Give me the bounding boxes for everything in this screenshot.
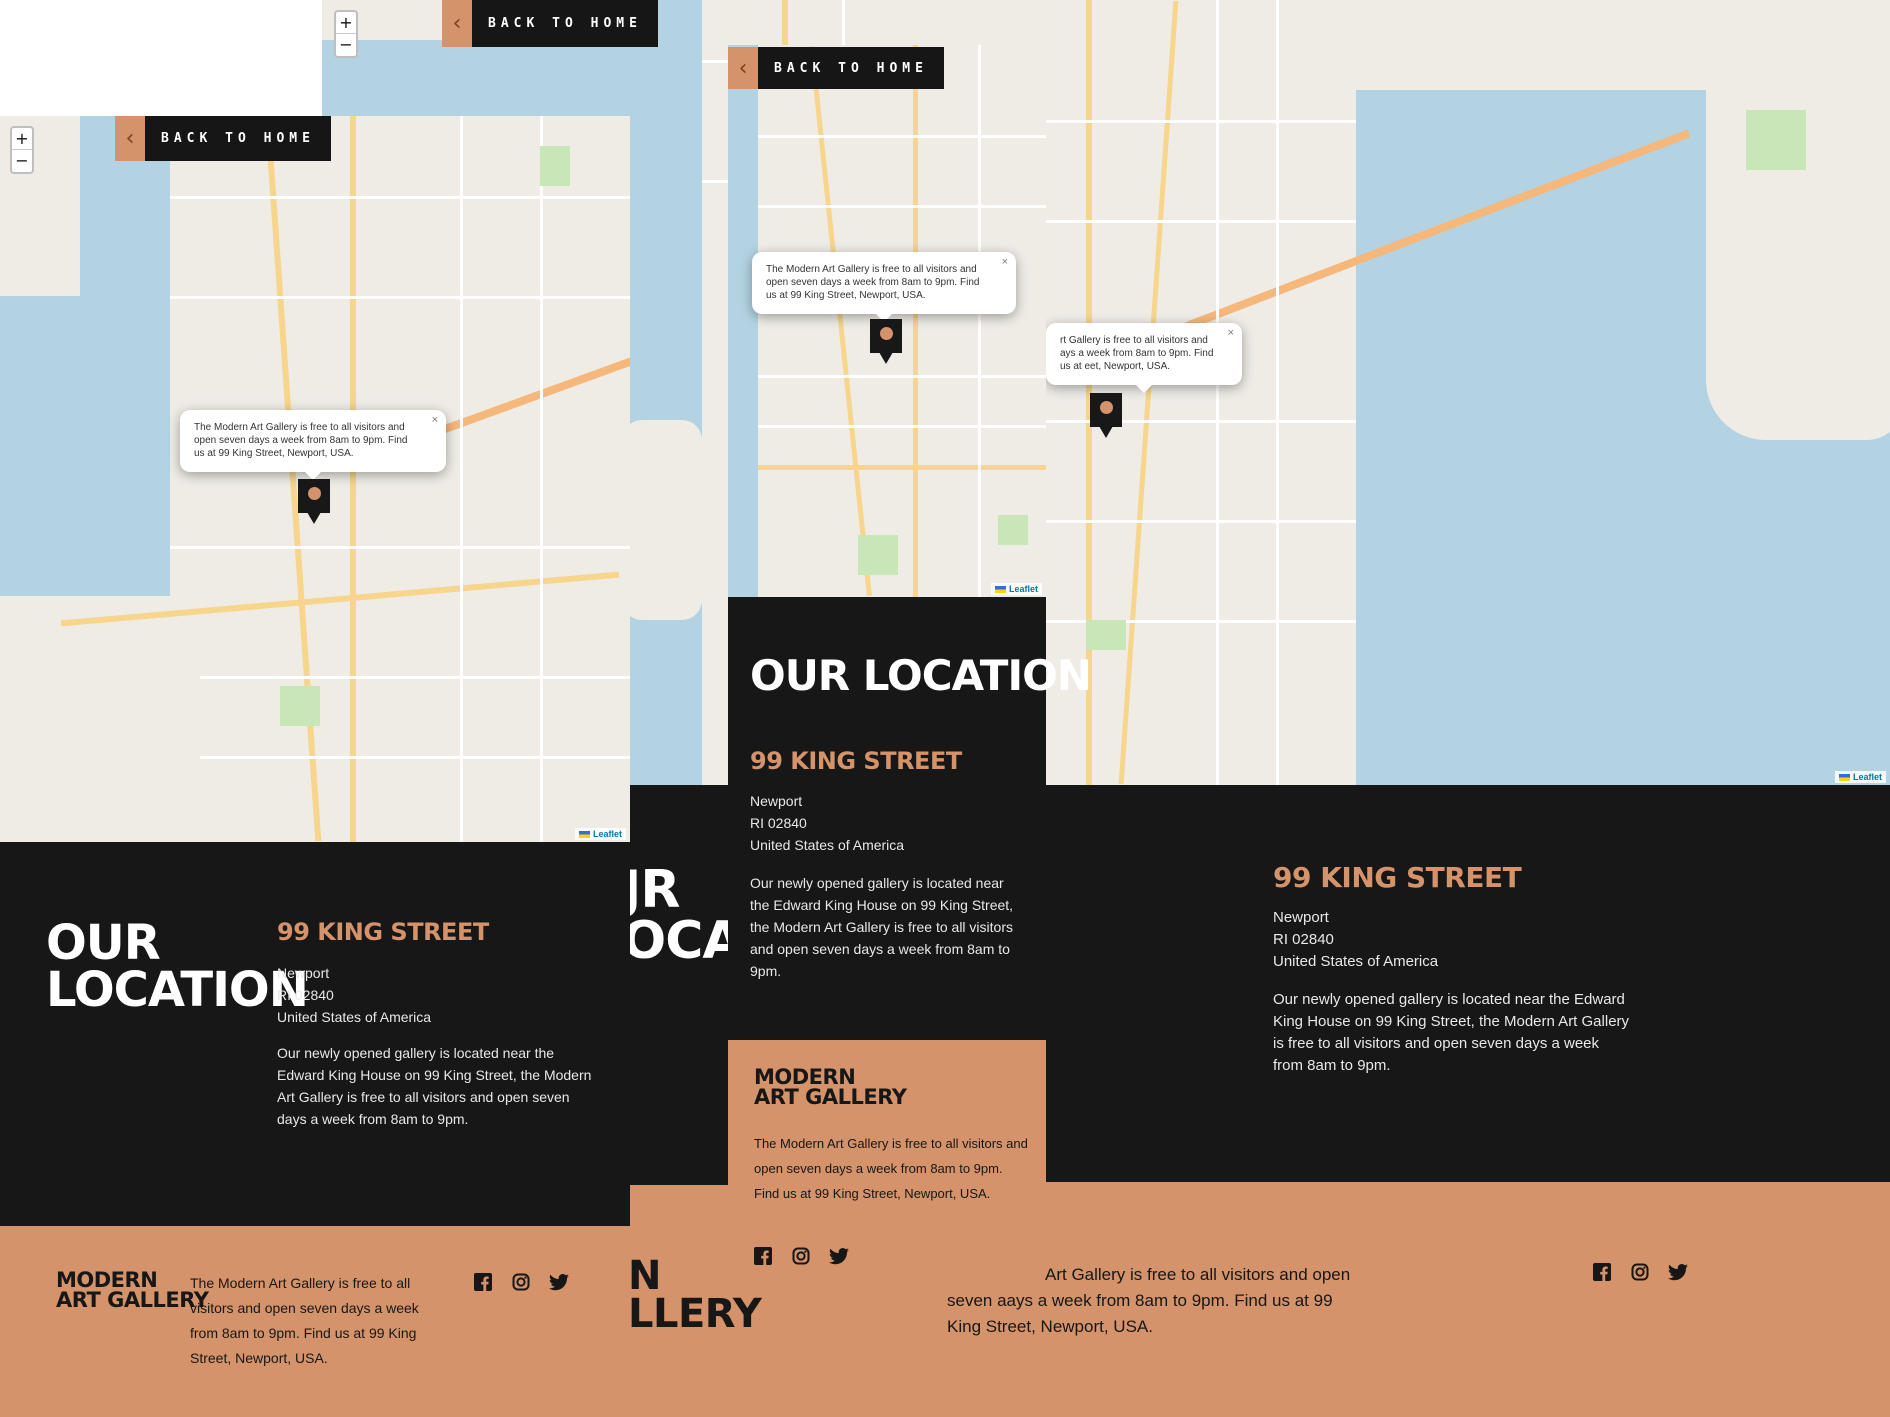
responsive-mockup-stage: Leaflet rt Gallery is free to all visito… xyxy=(0,0,1890,1417)
address-zip: RI 02840 xyxy=(750,815,807,831)
close-icon[interactable]: × xyxy=(1228,327,1234,340)
address-country: United States of America xyxy=(1273,953,1439,970)
chevron-left-icon: ‹ xyxy=(115,116,145,161)
address-country: United States of America xyxy=(277,1009,432,1025)
zoom-in-button[interactable]: + xyxy=(12,128,32,150)
ukraine-flag-icon xyxy=(578,831,590,839)
map-popup: The Modern Art Gallery is free to all vi… xyxy=(180,410,446,480)
facebook-icon[interactable] xyxy=(1592,1262,1612,1282)
back-to-home-button[interactable]: ‹ BACK TO HOME xyxy=(442,0,658,47)
address-city: Newport xyxy=(750,793,803,809)
social-links xyxy=(753,1246,849,1266)
location-title-line1: OUR xyxy=(46,915,161,971)
zoom-out-button[interactable]: − xyxy=(336,34,356,56)
map-attribution[interactable]: Leaflet xyxy=(990,583,1042,595)
zoom-control: + − xyxy=(334,10,358,58)
location-section-laptop: OUR LOCATION 99 KING STREET Newport RI 0… xyxy=(0,842,630,1226)
popup-text: rt Gallery is free to all visitors and a… xyxy=(1060,335,1214,372)
instagram-icon[interactable] xyxy=(1630,1262,1650,1282)
zoom-out-button[interactable]: − xyxy=(12,150,32,172)
location-title: OUR LOCATION xyxy=(750,651,1092,700)
close-icon[interactable]: × xyxy=(1002,256,1008,269)
back-label: BACK TO HOME xyxy=(161,131,315,146)
footer-mobile: MODERN ART GALLERY The Modern Art Galler… xyxy=(728,1040,1046,1265)
location-pin-icon[interactable] xyxy=(1090,393,1122,438)
address-zip: RI 02840 xyxy=(277,987,334,1003)
footer-text: The Modern Art Gallery is free to all vi… xyxy=(190,1275,419,1366)
location-pin-icon[interactable] xyxy=(870,319,902,364)
location-section-mobile: OUR LOCATION 99 KING STREET Newport RI 0… xyxy=(728,597,1092,1040)
popup-text: The Modern Art Gallery is free to all vi… xyxy=(194,422,408,459)
facebook-icon[interactable] xyxy=(473,1272,493,1292)
ukraine-flag-icon xyxy=(994,586,1006,594)
address-city: Newport xyxy=(1273,909,1329,926)
brand-line2: ART GALLERY xyxy=(754,1084,907,1109)
footer-brand-partial: N LLERY xyxy=(628,1253,762,1337)
address-street: 99 KING STREET xyxy=(750,747,962,775)
location-section-desktop: 99 KING STREET Newport RI 02840 United S… xyxy=(1046,785,1890,1182)
address-country: United States of America xyxy=(750,837,905,853)
twitter-icon[interactable] xyxy=(549,1272,569,1292)
brand-line2: LLERY xyxy=(628,1291,762,1337)
twitter-icon[interactable] xyxy=(829,1246,849,1266)
chevron-left-icon: ‹ xyxy=(728,47,758,89)
address-street: 99 KING STREET xyxy=(1273,861,1522,894)
location-description: Our newly opened gallery is located near… xyxy=(1273,991,1630,1074)
footer-text: Art Gallery is free to all visitors and … xyxy=(947,1265,1351,1336)
twitter-icon[interactable] xyxy=(1668,1262,1688,1282)
location-pin-icon[interactable] xyxy=(298,479,330,524)
close-icon[interactable]: × xyxy=(432,414,438,427)
location-description: Our newly opened gallery is located near… xyxy=(750,875,1014,979)
back-label: BACK TO HOME xyxy=(774,60,928,76)
instagram-icon[interactable] xyxy=(791,1246,811,1266)
back-label: BACK TO HOME xyxy=(488,16,642,31)
map-popup-cut: rt Gallery is free to all visitors and a… xyxy=(1046,323,1242,393)
footer-laptop: MODERN ART GALLERY The Modern Art Galler… xyxy=(0,1226,630,1417)
social-links xyxy=(473,1272,569,1292)
brand-line1: N xyxy=(628,1253,661,1299)
map-popup: The Modern Art Gallery is free to all vi… xyxy=(752,252,1016,322)
address-street: 99 KING STREET xyxy=(277,918,489,946)
location-description: Our newly opened gallery is located near… xyxy=(277,1045,592,1127)
instagram-icon[interactable] xyxy=(511,1272,531,1292)
brand-line2: ART GALLERY xyxy=(56,1287,209,1312)
back-to-home-button[interactable]: ‹ BACK TO HOME xyxy=(115,116,331,161)
address-city: Newport xyxy=(277,965,330,981)
zoom-in-button[interactable]: + xyxy=(336,12,356,34)
map-attribution[interactable]: Leaflet xyxy=(1834,771,1886,783)
footer-text: The Modern Art Gallery is free to all vi… xyxy=(754,1136,1028,1201)
location-title-line2: LOCATION xyxy=(46,962,309,1019)
popup-text: The Modern Art Gallery is free to all vi… xyxy=(766,264,980,301)
back-to-home-button[interactable]: ‹ BACK TO HOME xyxy=(728,47,944,89)
map-desktop[interactable]: Leaflet xyxy=(1046,0,1890,785)
zoom-control: + − xyxy=(10,126,34,174)
chevron-left-icon: ‹ xyxy=(442,0,472,47)
ukraine-flag-icon xyxy=(1838,774,1850,782)
map-attribution[interactable]: Leaflet xyxy=(574,828,626,840)
address-zip: RI 02840 xyxy=(1273,931,1334,948)
facebook-icon[interactable] xyxy=(753,1246,773,1266)
social-links xyxy=(1592,1262,1688,1282)
